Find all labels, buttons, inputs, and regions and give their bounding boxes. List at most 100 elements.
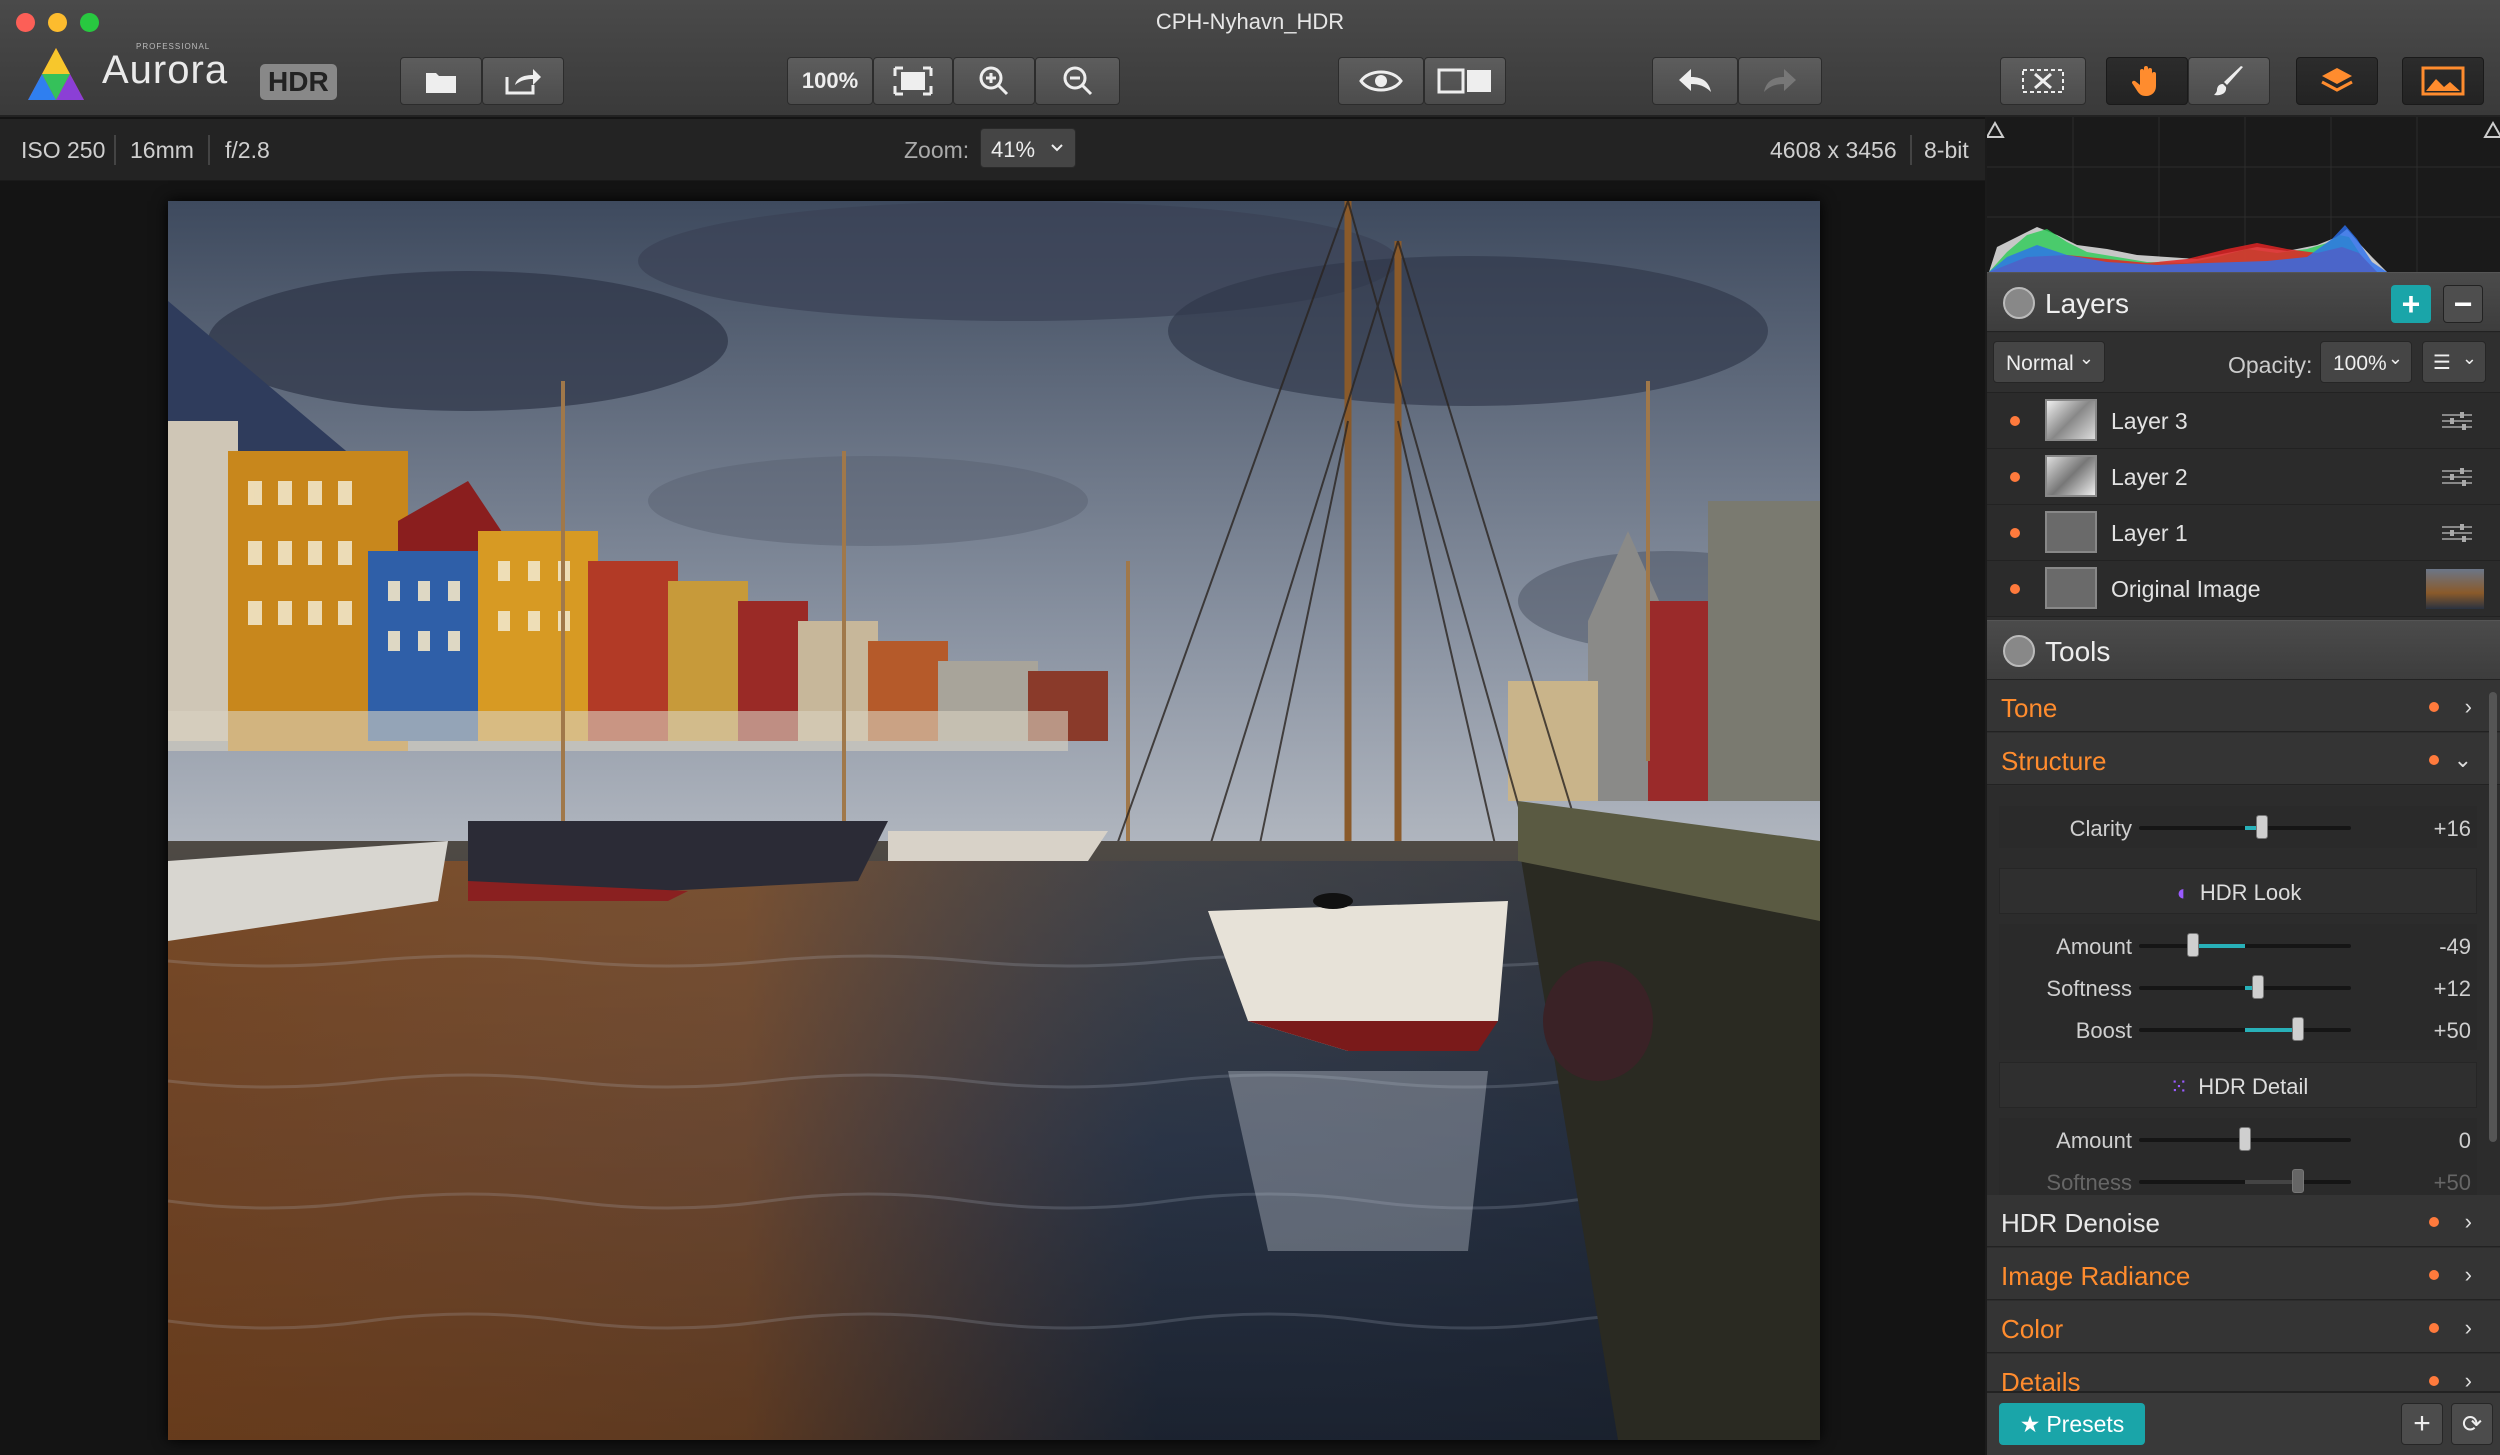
hdr-detail-header[interactable]: ⁙ HDR Detail xyxy=(1999,1062,2477,1108)
chevron-down-icon: ⌄ xyxy=(2453,747,2472,772)
slider-label: Softness xyxy=(2046,976,2132,1001)
image-dimensions: 4608 x 3456 xyxy=(1770,137,1897,163)
section-enabled-dot[interactable] xyxy=(2429,1270,2439,1280)
hand-tool-button[interactable] xyxy=(2106,57,2188,105)
layer-options: Normal ⌄ Opacity: 100% ⌄ ☰ ⌄ xyxy=(1987,333,2500,393)
adjustments-icon[interactable] xyxy=(2442,523,2472,543)
share-button[interactable] xyxy=(482,57,564,105)
tool-section-label: Image Radiance xyxy=(2001,1261,2191,1291)
adjustments-icon[interactable] xyxy=(2442,411,2472,431)
open-button[interactable] xyxy=(400,57,482,105)
tool-section-image-radiance[interactable]: Image Radiance › xyxy=(1987,1248,2500,1300)
slider-knob[interactable] xyxy=(2255,815,2268,839)
layer-name: Layer 1 xyxy=(2111,520,2188,546)
section-enabled-dot[interactable] xyxy=(2429,1217,2439,1227)
histogram xyxy=(1987,117,2500,272)
layers-button[interactable] xyxy=(2296,57,2378,105)
layer-visibility-dot[interactable] xyxy=(2010,472,2020,482)
slider-fill xyxy=(2193,944,2245,948)
undo-button[interactable] xyxy=(1652,57,1738,105)
hdr-look-header[interactable]: ◐ HDR Look xyxy=(1999,868,2477,914)
hdr-look-softness-slider[interactable]: Softness +12 xyxy=(1999,966,2477,1008)
chevron-down-icon xyxy=(1051,144,1063,152)
undo-icon xyxy=(1679,69,1711,92)
section-enabled-dot[interactable] xyxy=(2429,1376,2439,1386)
redo-button[interactable] xyxy=(1738,57,1822,105)
compare-button[interactable] xyxy=(1424,57,1506,105)
refresh-icon: ⟳ xyxy=(2461,1410,2483,1438)
tool-section-tone[interactable]: Tone › xyxy=(1987,680,2500,732)
tool-section-label: Structure xyxy=(2001,746,2107,776)
clarity-slider[interactable]: Clarity +16 xyxy=(1999,806,2477,848)
tools-header[interactable]: Tools xyxy=(1987,620,2500,680)
presets-button[interactable]: ★ Presets xyxy=(1999,1403,2145,1445)
image-icon xyxy=(2421,66,2465,96)
slider-knob[interactable] xyxy=(2292,1017,2304,1041)
fit-screen-button[interactable] xyxy=(873,57,953,105)
image-canvas[interactable] xyxy=(0,182,1985,1455)
refresh-button[interactable]: ⟳ xyxy=(2451,1403,2493,1445)
layers-section-icon xyxy=(2003,287,2035,319)
tool-section-details[interactable]: Details › xyxy=(1987,1354,2500,1392)
top-toolbar: CPH-Nyhavn_HDR PROFESSIONAL Aurora HDR 1… xyxy=(0,0,2500,117)
layer-row[interactable]: Layer 1 xyxy=(1987,505,2500,561)
brush-tool-button[interactable] xyxy=(2188,57,2270,105)
zoom-100-button[interactable]: 100% xyxy=(787,57,873,105)
layer-thumbnail xyxy=(2045,511,2097,553)
hdr-look-boost-slider[interactable]: Boost +50 xyxy=(1999,1008,2477,1050)
tools-title: Tools xyxy=(2045,636,2111,667)
layer-visibility-dot[interactable] xyxy=(2010,584,2020,594)
layer-thumbnail xyxy=(2045,567,2097,609)
panel-scrollbar[interactable] xyxy=(2489,692,2497,1142)
plus-icon: + xyxy=(2413,1407,2431,1440)
blend-mode-value: Normal xyxy=(2006,352,2074,375)
layer-menu-button[interactable]: ☰ ⌄ xyxy=(2422,341,2486,383)
layer-row[interactable]: Layer 2 xyxy=(1987,449,2500,505)
blend-mode-select[interactable]: Normal ⌄ xyxy=(1993,341,2105,383)
crop-button[interactable] xyxy=(2000,57,2086,105)
star-icon: ★ xyxy=(2019,1410,2041,1437)
tool-section-structure[interactable]: Structure ⌄ xyxy=(1987,733,2500,785)
adjustments-icon[interactable] xyxy=(2442,467,2472,487)
slider-knob[interactable] xyxy=(2239,1127,2251,1151)
hdr-look-amount-slider[interactable]: Amount -49 xyxy=(1999,924,2477,966)
chevron-down-icon: ⌄ xyxy=(2387,348,2403,368)
layer-row[interactable]: Layer 3 xyxy=(1987,393,2500,449)
layer-row-original[interactable]: Original Image xyxy=(1987,561,2500,617)
fit-screen-icon xyxy=(893,66,933,96)
add-preset-button[interactable]: + xyxy=(2401,1403,2443,1445)
panel-footer: ★ Presets + ⟳ xyxy=(1987,1392,2500,1455)
slider-knob[interactable] xyxy=(2187,933,2200,957)
preview-button[interactable] xyxy=(1338,57,1424,105)
opacity-select[interactable]: 100% ⌄ xyxy=(2320,341,2412,383)
layers-header[interactable]: Layers + − xyxy=(1987,272,2500,332)
layer-visibility-dot[interactable] xyxy=(2010,528,2020,538)
section-enabled-dot[interactable] xyxy=(2429,1323,2439,1333)
tool-section-label: HDR Denoise xyxy=(2001,1208,2160,1238)
photo-preview[interactable] xyxy=(168,201,1820,1440)
slider-track[interactable] xyxy=(2139,944,2351,948)
window-title: CPH-Nyhavn_HDR xyxy=(1155,9,1345,34)
slider-knob[interactable] xyxy=(2292,1169,2304,1193)
tool-section-color[interactable]: Color › xyxy=(1987,1301,2500,1353)
remove-layer-button[interactable]: − xyxy=(2443,285,2483,323)
section-enabled-dot[interactable] xyxy=(2429,755,2439,765)
chevron-right-icon: › xyxy=(2464,1262,2472,1287)
slider-value: +50 xyxy=(2433,1018,2471,1043)
zoom-select[interactable]: 41% xyxy=(980,128,1076,168)
zoom-out-button[interactable] xyxy=(1035,57,1120,105)
chevron-right-icon: › xyxy=(2464,1315,2472,1340)
image-view-button[interactable] xyxy=(2402,57,2484,105)
focal-length-value: 16mm xyxy=(130,137,194,163)
add-layer-button[interactable]: + xyxy=(2391,285,2431,323)
compare-icon xyxy=(1437,68,1491,94)
tool-section-hdr-denoise[interactable]: HDR Denoise › xyxy=(1987,1195,2500,1247)
zoom-in-button[interactable] xyxy=(953,57,1035,105)
original-image-thumbnail xyxy=(2426,569,2484,609)
hdr-detail-amount-slider[interactable]: Amount 0 xyxy=(1999,1118,2477,1160)
section-enabled-dot[interactable] xyxy=(2429,702,2439,712)
slider-knob[interactable] xyxy=(2251,975,2264,999)
open-icon xyxy=(426,73,456,93)
slider-value: +12 xyxy=(2433,976,2471,1001)
layer-visibility-dot[interactable] xyxy=(2010,416,2020,426)
